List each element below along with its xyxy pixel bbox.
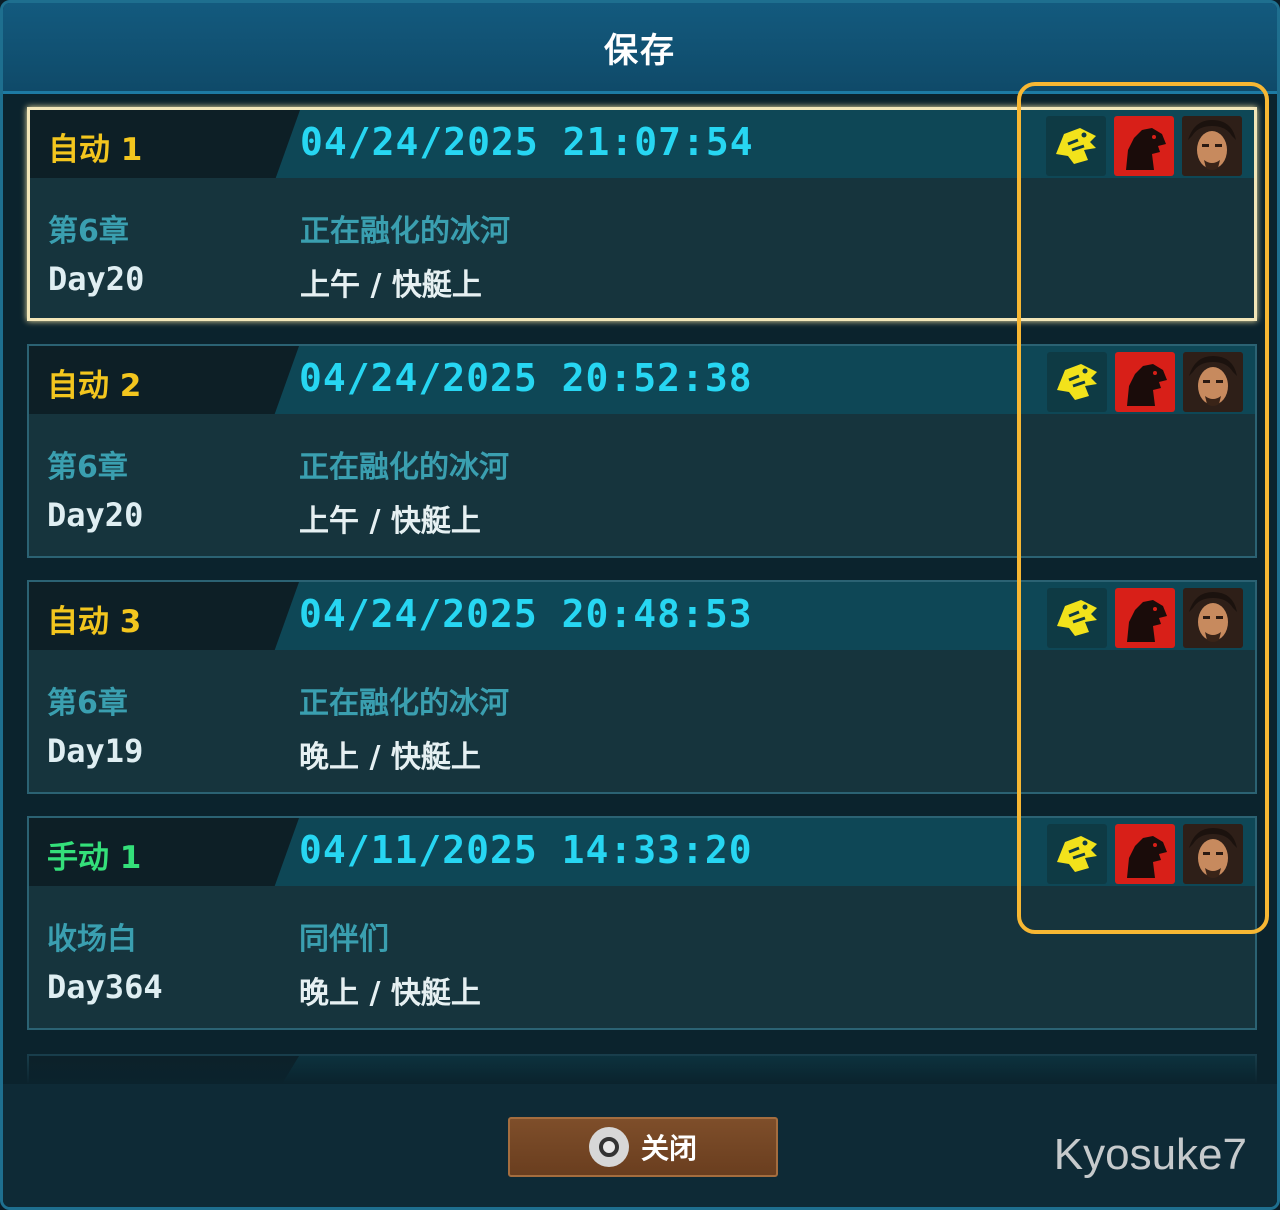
- save-slot[interactable]: 自动 3 04/24/2025 20:48:53 第6章 正在融化的冰河 Day…: [27, 580, 1257, 794]
- character-portrait-icon: [1183, 352, 1243, 412]
- slot-location: 正在融化的冰河: [300, 214, 510, 249]
- slot-location: 同伴们: [299, 922, 389, 957]
- slot-icons: [1047, 588, 1243, 648]
- slot-chapter: 第6章: [48, 214, 129, 249]
- slot-time-place: 晚上 / 快艇上: [299, 740, 481, 775]
- slot-location: 正在融化的冰河: [299, 450, 509, 485]
- save-slot[interactable]: 手动 1 04/11/2025 14:33:20 收场白 同伴们 Day364: [27, 816, 1257, 1030]
- dragon-emblem-icon: [1047, 588, 1107, 648]
- slot-time-place: 晚上 / 快艇上: [299, 976, 481, 1011]
- slot-time-place: 上午 / 快艇上: [299, 504, 481, 539]
- slot-header: 自动 1 04/24/2025 21:07:54: [30, 110, 1254, 178]
- slot-day: Day20: [48, 260, 145, 298]
- slot-icons: [1047, 352, 1243, 412]
- slot-datetime: 04/24/2025 21:07:54: [300, 120, 754, 164]
- slot-day: Day19: [47, 732, 144, 770]
- slot-chapter: 收场白: [47, 922, 137, 957]
- watermark-text: Kyosuke7: [1053, 1130, 1247, 1179]
- dialog-title: 保存: [604, 30, 676, 71]
- save-slot[interactable]: 自动 2 04/24/2025 20:52:38 第6章 正在融化的冰河 Day…: [27, 344, 1257, 558]
- title-bar: 保存: [3, 3, 1277, 94]
- slot-datetime: 04/11/2025 14:33:20: [299, 828, 753, 872]
- slot-chapter: 第6章: [47, 450, 128, 485]
- circle-button-icon: [588, 1127, 629, 1167]
- slot-name: 自动 2: [47, 368, 142, 404]
- character-portrait-icon: [1183, 824, 1243, 884]
- slot-day: Day364: [47, 968, 163, 1006]
- footer-bar: 关闭 Kyosuke7: [3, 1084, 1277, 1207]
- red-monster-icon: [1115, 824, 1175, 884]
- slot-location: 正在融化的冰河: [299, 686, 509, 721]
- slot-chapter: 第6章: [47, 686, 128, 721]
- slot-icons: [1046, 116, 1242, 176]
- slot-name: 自动 3: [47, 604, 142, 640]
- slot-datetime: 04/24/2025 20:48:53: [299, 592, 753, 636]
- save-dialog: 保存 自动 1 04/24/2025 21:07:54 第6章 正在融化的冰河 …: [0, 0, 1280, 1210]
- red-monster-icon: [1115, 352, 1175, 412]
- slot-time-place: 上午 / 快艇上: [300, 268, 482, 303]
- slot-icons: [1047, 824, 1243, 884]
- slot-datetime: 04/24/2025 20:52:38: [299, 356, 753, 400]
- slot-name: 自动 1: [48, 132, 143, 168]
- close-button-label: 关闭: [640, 1132, 697, 1165]
- slot-header: 自动 3 04/24/2025 20:48:53: [29, 582, 1255, 650]
- slot-day: Day20: [47, 496, 144, 534]
- character-portrait-icon: [1183, 588, 1243, 648]
- slot-name: 手动 1: [47, 840, 142, 876]
- list-fade: [3, 1044, 1277, 1084]
- red-monster-icon: [1114, 116, 1174, 176]
- save-slot-list[interactable]: 自动 1 04/24/2025 21:07:54 第6章 正在融化的冰河 Day…: [3, 94, 1277, 1084]
- save-slot[interactable]: 自动 1 04/24/2025 21:07:54 第6章 正在融化的冰河 Day…: [27, 107, 1257, 321]
- dragon-emblem-icon: [1046, 116, 1106, 176]
- slot-header: 自动 2 04/24/2025 20:52:38: [29, 346, 1255, 414]
- slot-header: 手动 1 04/11/2025 14:33:20: [29, 818, 1255, 886]
- dragon-emblem-icon: [1047, 824, 1107, 884]
- dragon-emblem-icon: [1047, 352, 1107, 412]
- red-monster-icon: [1115, 588, 1175, 648]
- close-button[interactable]: 关闭: [508, 1117, 778, 1177]
- character-portrait-icon: [1182, 116, 1242, 176]
